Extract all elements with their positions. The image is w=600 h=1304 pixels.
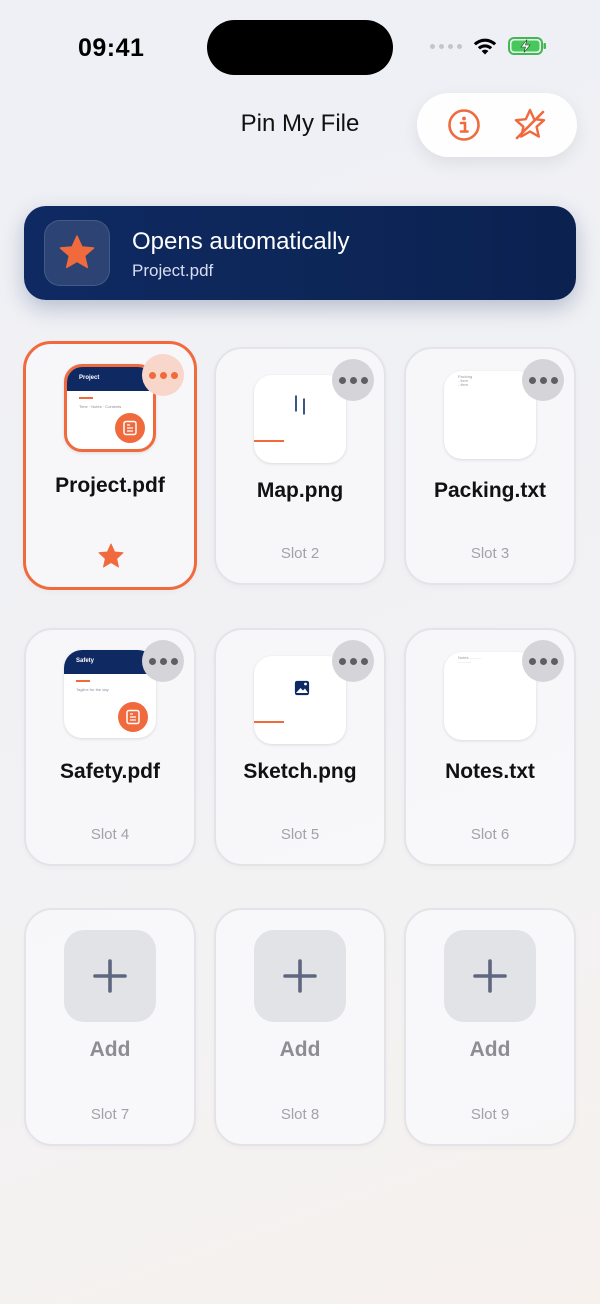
file-name: Sketch.png <box>243 760 357 783</box>
add-button[interactable] <box>444 930 536 1022</box>
text-thumb-content: Notes .... ..... ...... ..... <box>458 655 481 664</box>
pdf-badge <box>118 702 148 732</box>
star-slash-icon <box>514 108 546 140</box>
wifi-icon <box>473 38 497 55</box>
star-icon <box>59 235 95 269</box>
banner-subtitle: Project.pdf <box>132 261 214 280</box>
more-options-button[interactable] <box>332 359 374 401</box>
file-name: Notes.txt <box>445 760 535 783</box>
file-slot-6[interactable]: Notes .... ..... ...... ..... Notes.txt … <box>404 628 576 866</box>
add-button[interactable] <box>64 930 156 1022</box>
more-options-button[interactable] <box>142 354 184 396</box>
slot-label: Slot 5 <box>280 826 320 843</box>
pinned-star-icon <box>98 543 124 568</box>
slot-label: Slot 6 <box>470 826 510 843</box>
file-slot-1[interactable]: Project Time · Notes · Contents Project.… <box>23 341 197 590</box>
slot-label: Slot 3 <box>470 545 510 562</box>
more-options-button[interactable] <box>522 359 564 401</box>
pdf-thumb-text: Time · Notes · Contents <box>79 404 122 409</box>
empty-slot-8[interactable]: Add Slot 8 <box>214 908 386 1146</box>
document-badge-icon <box>123 420 137 436</box>
more-options-button[interactable] <box>522 640 564 682</box>
map-icon <box>290 395 310 415</box>
plus-icon <box>93 959 127 993</box>
slot-label: Slot 9 <box>470 1106 510 1123</box>
pdf-badge <box>115 413 145 443</box>
add-label: Add <box>89 1038 131 1061</box>
file-name: Packing.txt <box>433 479 547 502</box>
cellular-icon <box>430 43 462 49</box>
info-icon <box>448 109 480 141</box>
add-label: Add <box>279 1038 321 1061</box>
file-slot-3[interactable]: Packing - item - item Packing.txt Slot 3 <box>404 347 576 585</box>
photos-icon <box>289 675 311 697</box>
auto-open-banner[interactable]: Opens automatically Project.pdf <box>24 206 576 300</box>
unpin-button[interactable] <box>508 103 552 147</box>
banner-title: Opens automatically <box>132 228 350 255</box>
battery-charging-icon <box>508 37 546 55</box>
file-name: Map.png <box>256 479 344 502</box>
file-name: Project.pdf <box>55 474 165 497</box>
pdf-thumb-title: Project <box>67 367 153 391</box>
status-time: 09:41 <box>78 34 145 62</box>
slot-label: Slot 2 <box>280 545 320 562</box>
add-label: Add <box>469 1038 511 1061</box>
image-thumb-caption: SKETCH <box>254 706 279 712</box>
status-bar: 09:41 <box>0 0 600 96</box>
empty-slot-7[interactable]: Add Slot 7 <box>24 908 196 1146</box>
banner-icon-tile <box>44 220 110 286</box>
status-icons <box>430 36 548 56</box>
file-slot-2[interactable]: MAP Map.png Slot 2 <box>214 347 386 585</box>
image-thumbnail: MAP <box>254 375 346 463</box>
pdf-thumb-text: Tagline for the day <box>76 687 109 692</box>
header-action-group <box>417 93 577 157</box>
document-badge-icon <box>126 709 140 725</box>
file-slot-4[interactable]: Safety Tagline for the day Safety.pdf Sl… <box>24 628 196 866</box>
empty-slot-9[interactable]: Add Slot 9 <box>404 908 576 1146</box>
dynamic-island <box>207 20 393 75</box>
slot-label: Slot 4 <box>90 826 130 843</box>
image-thumbnail: SKETCH <box>254 656 346 744</box>
slot-label: Slot 7 <box>90 1106 130 1123</box>
more-options-button[interactable] <box>142 640 184 682</box>
add-button[interactable] <box>254 930 346 1022</box>
more-options-button[interactable] <box>332 640 374 682</box>
text-thumb-content: Packing - item - item <box>458 374 473 387</box>
image-thumb-caption: MAP <box>254 425 268 431</box>
slot-label: Slot 8 <box>280 1106 320 1123</box>
plus-icon <box>473 959 507 993</box>
file-name: Safety.pdf <box>60 760 160 783</box>
plus-icon <box>283 959 317 993</box>
file-slot-5[interactable]: SKETCH Sketch.png Slot 5 <box>214 628 386 866</box>
info-button[interactable] <box>442 103 486 147</box>
